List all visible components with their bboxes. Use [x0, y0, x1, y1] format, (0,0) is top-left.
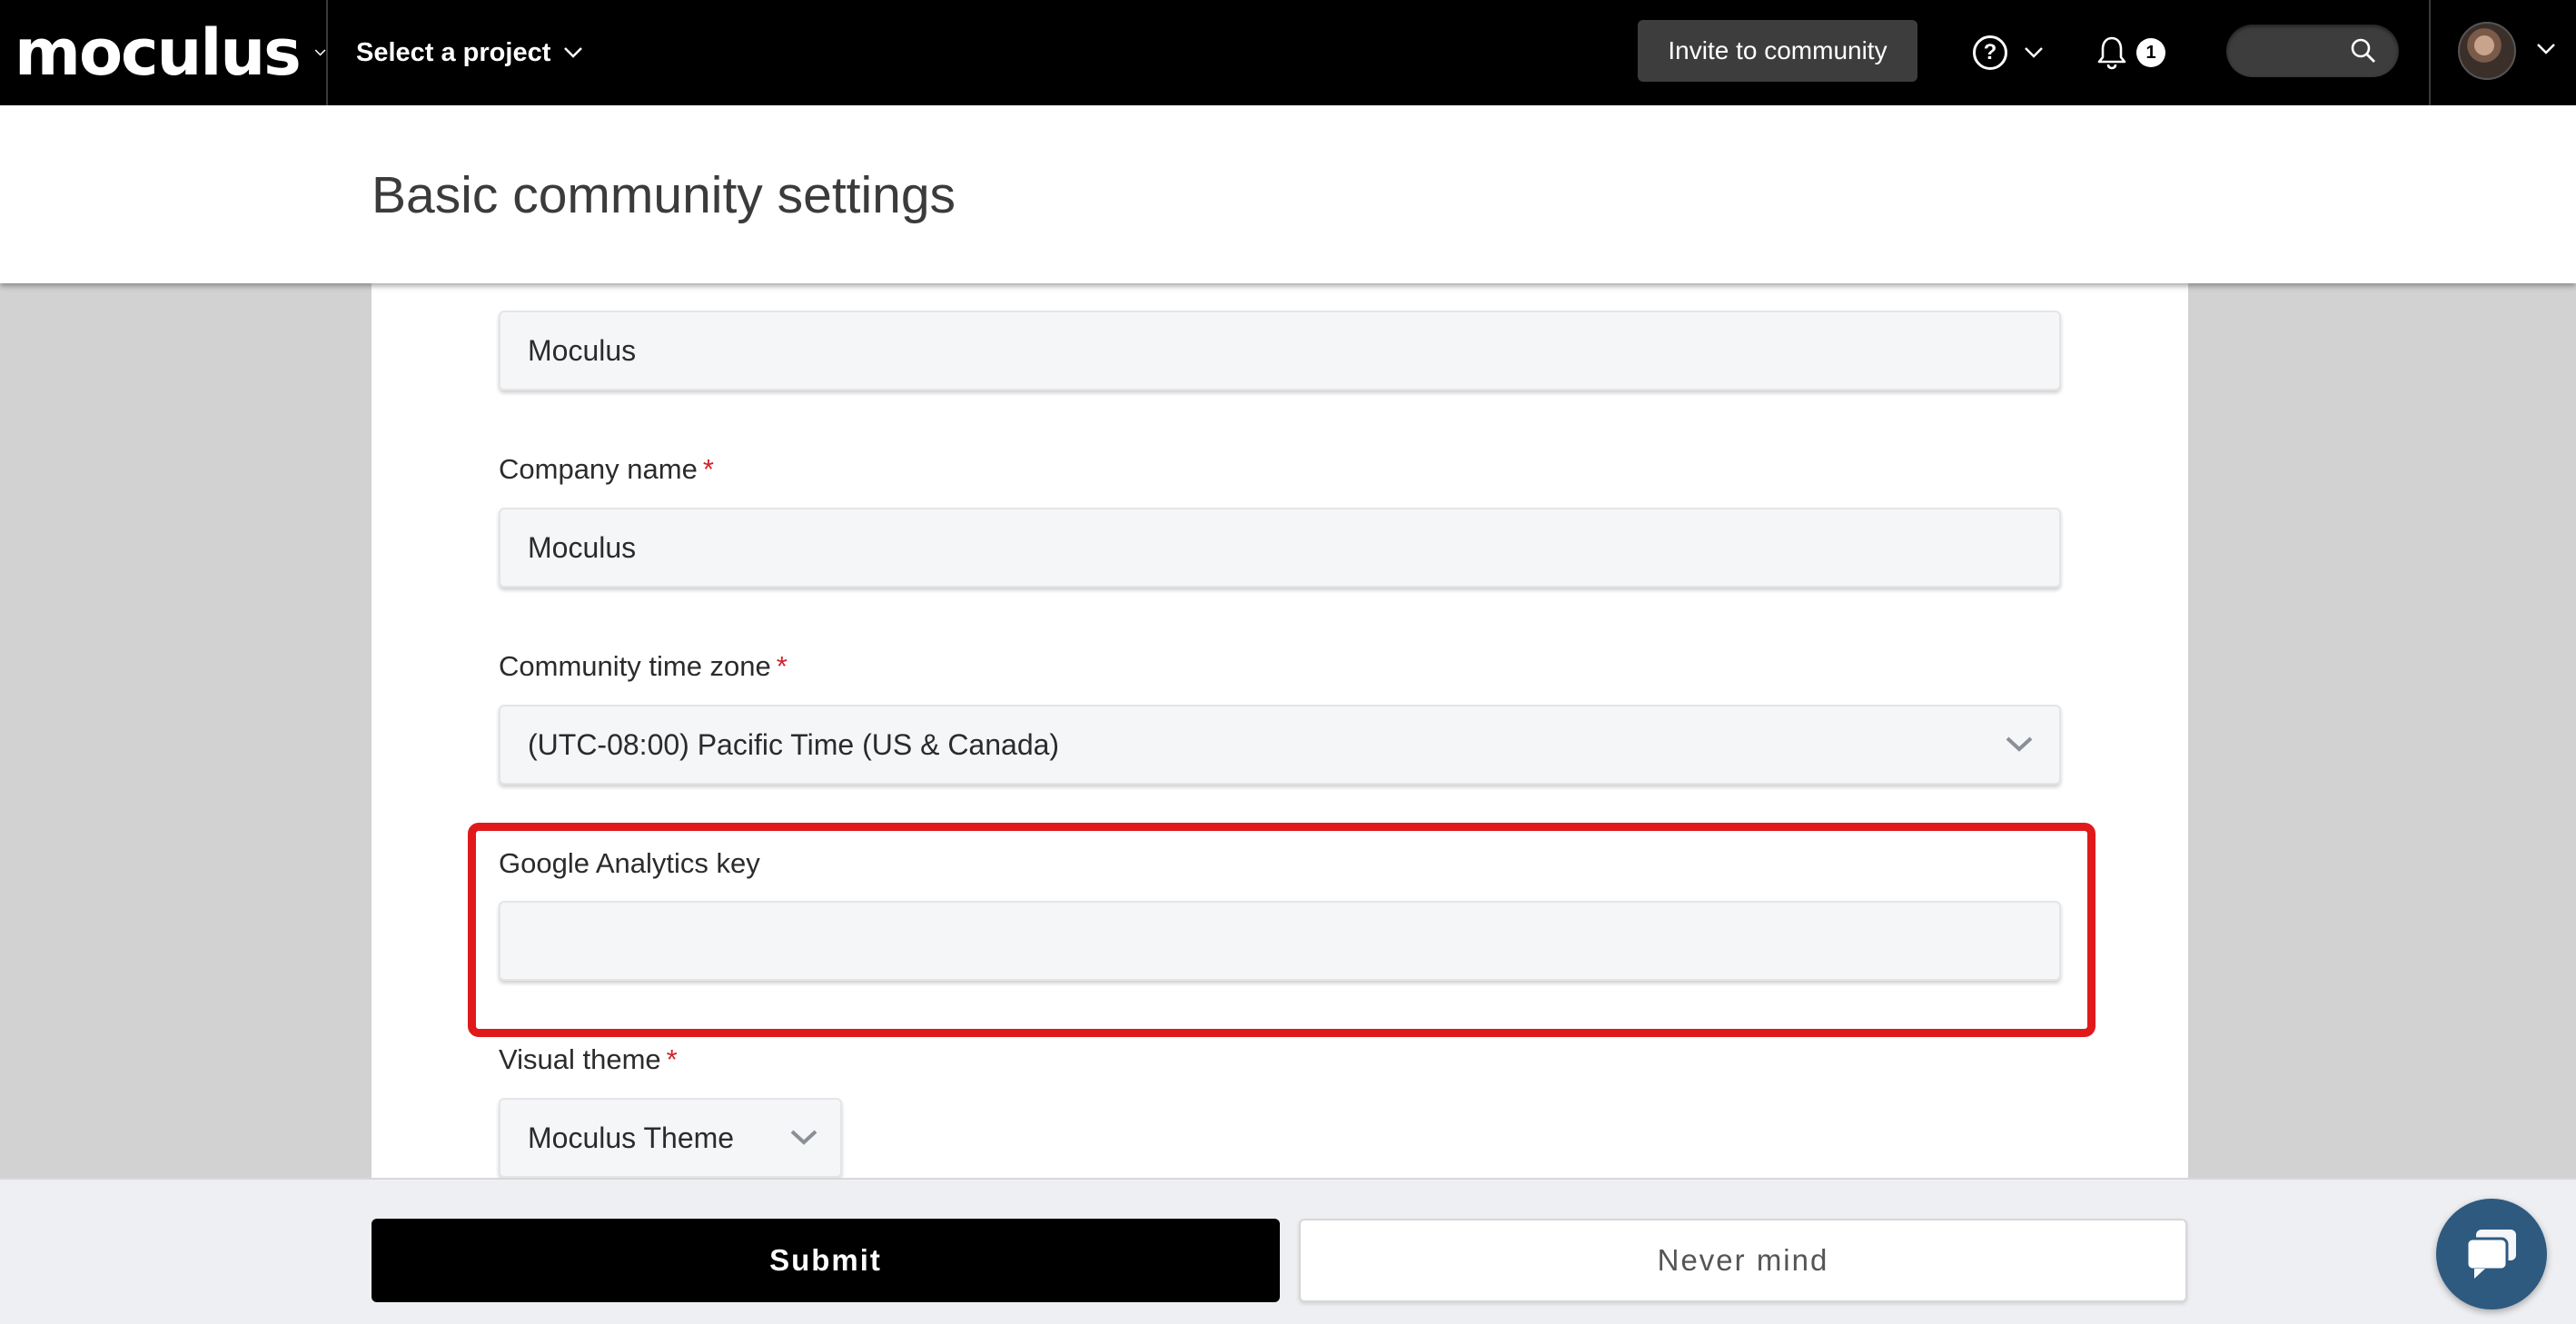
required-marker: *	[666, 1043, 678, 1075]
page-title: Basic community settings	[372, 166, 956, 224]
chevron-down-icon	[564, 47, 583, 58]
avatar	[2458, 22, 2516, 80]
project-selector-label: Select a project	[356, 37, 551, 67]
top-navigation-bar: moculus Select a project Invite to commu…	[0, 0, 2576, 105]
required-marker: *	[776, 650, 788, 682]
company-name-label: Company name *	[499, 453, 714, 485]
time-zone-value: (UTC-08:00) Pacific Time (US & Canada)	[528, 727, 1060, 761]
submit-button[interactable]: Submit	[372, 1219, 1280, 1302]
chevron-down-icon	[2006, 736, 2033, 752]
bell-icon	[2097, 36, 2126, 70]
help-menu[interactable]: ?	[1973, 30, 2044, 75]
visual-theme-label: Visual theme *	[499, 1043, 678, 1075]
community-name-value: Moculus	[528, 333, 637, 367]
time-zone-label: Community time zone *	[499, 650, 788, 682]
chat-button[interactable]	[2436, 1199, 2547, 1309]
brand-menu[interactable]: moculus	[0, 0, 328, 105]
chevron-down-icon	[2025, 47, 2043, 58]
community-name-field[interactable]: Moculus	[499, 311, 2061, 390]
page-header: Basic community settings	[0, 105, 2576, 283]
form-action-bar: Submit Never mind	[0, 1178, 2576, 1324]
notifications-button[interactable]: 1	[2096, 30, 2165, 75]
chevron-down-icon	[790, 1130, 817, 1145]
chevron-down-icon	[2537, 44, 2555, 54]
highlight-annotation-box	[468, 823, 2095, 1037]
search-icon	[2351, 38, 2375, 63]
never-mind-button[interactable]: Never mind	[1299, 1219, 2187, 1302]
chevron-down-icon	[314, 49, 326, 56]
visual-theme-value: Moculus Theme	[528, 1121, 735, 1154]
company-name-field[interactable]: Moculus	[499, 508, 2061, 588]
brand-logo: moculus	[15, 15, 302, 90]
visual-theme-select[interactable]: Moculus Theme	[499, 1098, 842, 1178]
chat-icon	[2465, 1230, 2516, 1279]
search-input[interactable]	[2226, 25, 2399, 77]
required-marker: *	[702, 453, 714, 485]
project-selector[interactable]: Select a project	[356, 0, 583, 105]
user-menu[interactable]	[2429, 0, 2576, 105]
invite-to-community-button[interactable]: Invite to community	[1638, 20, 1917, 82]
help-circle-icon: ?	[1973, 35, 2007, 70]
time-zone-select[interactable]: (UTC-08:00) Pacific Time (US & Canada)	[499, 705, 2061, 785]
company-name-value: Moculus	[528, 530, 637, 564]
notification-count-badge: 1	[2136, 38, 2165, 67]
